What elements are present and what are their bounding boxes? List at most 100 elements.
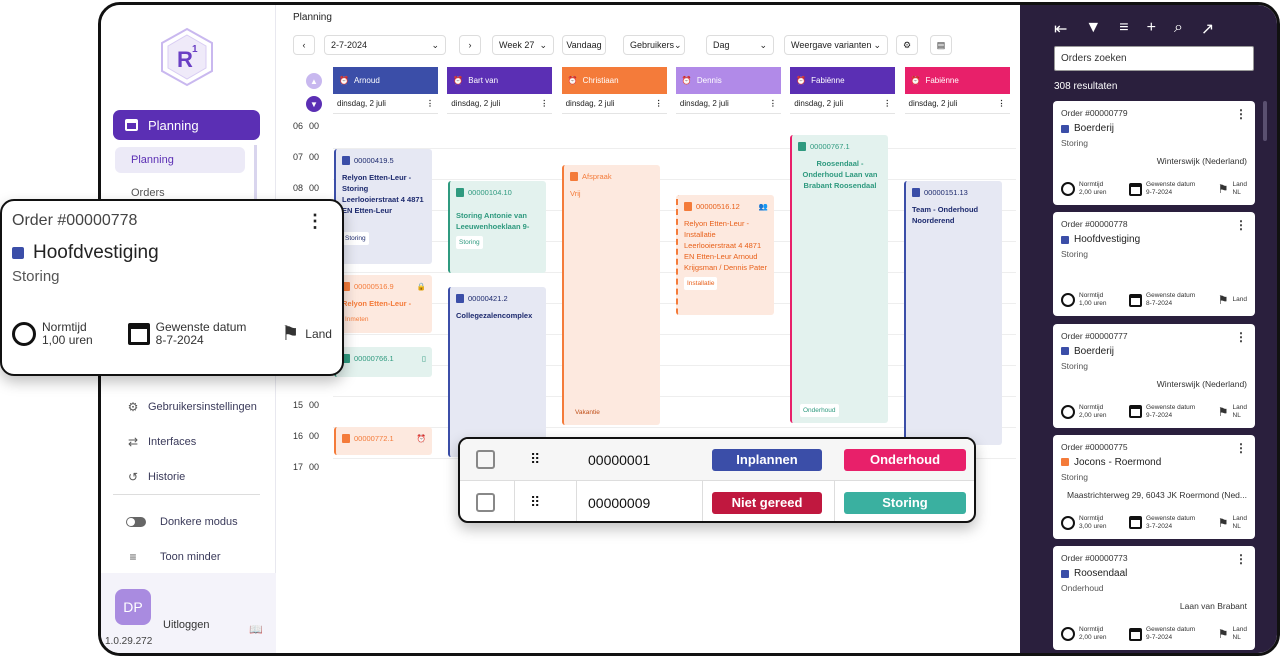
order-card[interactable]: Order #00000779 ⋮ Boerderij Storing Wintersw… <box>1053 101 1255 205</box>
event-card[interactable]: 00000421.2 Collegezalencomplex <box>448 287 546 457</box>
more-menu-icon[interactable]: ⋮ <box>1235 330 1247 344</box>
normtijd-label: Normtijd <box>1079 181 1104 188</box>
sidebar-item-history[interactable]: ↺ Historie <box>126 470 185 484</box>
view-select[interactable]: Dag ⌄ <box>706 35 774 55</box>
nav-sub-orders[interactable]: Orders <box>131 187 165 199</box>
calendar-icon <box>1129 627 1143 641</box>
order-detail-popup[interactable]: Order #00000778 ⋮ Hoofdvestiging Storing… <box>0 199 344 376</box>
more-menu-icon[interactable]: ⋮ <box>769 99 777 108</box>
hour: 17 <box>293 462 304 472</box>
avatar[interactable]: DP <box>115 589 151 625</box>
show-less-button[interactable]: ≡ Toon minder <box>126 550 220 564</box>
more-menu-icon[interactable]: ⋮ <box>883 99 891 108</box>
logout-button[interactable]: Uitloggen <box>163 619 209 631</box>
event-card[interactable]: 00000516.12 👥 Relyon Etten-Leur - Install… <box>676 195 774 315</box>
row-checkbox[interactable] <box>476 450 495 469</box>
settings-button[interactable]: ⚙ <box>896 35 918 55</box>
sidebar-item-interfaces[interactable]: ⇄ Interfaces <box>126 435 196 449</box>
normtijd-label: Normtijd <box>1079 514 1104 522</box>
external-link-icon[interactable]: ↗ <box>1201 19 1214 39</box>
order-card[interactable]: Order #00000778 ⋮ Hoofdvestiging Storing Nor… <box>1053 212 1255 317</box>
variants-select[interactable]: Weergave varianten ⌄ <box>784 35 888 55</box>
order-card[interactable]: Order #00000773 ⋮ Roosendaal Onderhoud Laan … <box>1053 546 1255 651</box>
today-label: Vandaag <box>566 40 602 50</box>
user-gear-icon: ⚙ <box>127 400 139 414</box>
app-logo: R 1 <box>161 27 213 87</box>
orders-search-input[interactable]: Orders zoeken <box>1054 46 1254 71</box>
zoom-up-button[interactable]: ▲ <box>306 73 322 89</box>
zoom-down-button[interactable]: ▼ <box>306 96 322 112</box>
order-location: Roosendaal <box>1074 568 1128 580</box>
event-card[interactable]: 00000104.10 Storing Antonie van Leeuwenh… <box>448 181 546 273</box>
filter-icon[interactable]: ▼ <box>1085 19 1101 39</box>
orders-panel: ⇤ ▼ ≡ + ⌕ ↗ Orders zoeken 308 resultaten… <box>1020 5 1277 653</box>
drag-handle-icon[interactable]: ⠿ <box>530 495 541 509</box>
nav-sub-planning[interactable]: Planning <box>115 147 245 173</box>
event-card[interactable]: 00000772.1 ⏰ <box>334 427 432 455</box>
more-menu-icon[interactable]: ⋮ <box>655 99 663 108</box>
event-card[interactable]: 00000767.1 Roosendaal - Onderhoud Laan v… <box>790 135 888 423</box>
collapse-panel-icon[interactable]: ⇤ <box>1054 19 1067 39</box>
user-column-header[interactable]: ⏰ Arnoud dinsdag, 2 juli ⋮ <box>333 67 438 114</box>
user-column-header[interactable]: ⏰ Fabiënne dinsdag, 2 juli ⋮ <box>790 67 896 114</box>
order-id: Order #00000777 <box>1061 330 1128 341</box>
order-card[interactable]: Order #00000777 ⋮ Boerderij Storing Wintersw… <box>1053 323 1255 428</box>
event-number: 00000767.1 <box>810 142 850 151</box>
sort-icon[interactable]: ≡ <box>1119 19 1128 39</box>
scrollbar[interactable] <box>1263 101 1267 141</box>
event-number: 00000516.9 <box>354 282 394 291</box>
dark-mode-toggle[interactable]: Donkere modus <box>126 516 238 528</box>
more-menu-icon[interactable]: ⋮ <box>1235 441 1247 455</box>
order-icon <box>342 434 350 443</box>
table-row[interactable]: ⠿ 00000009 Niet gereed Storing <box>460 482 974 521</box>
hour-label: 16 00 <box>293 428 333 459</box>
more-menu-icon[interactable]: ⋮ <box>1235 552 1247 566</box>
row-checkbox[interactable] <box>476 493 495 512</box>
gear-icon: ⚙ <box>902 39 912 50</box>
nav-planning[interactable]: Planning <box>113 110 260 140</box>
users-select[interactable]: Gebruikers ⌄ <box>623 35 685 55</box>
event-card[interactable]: 00000766.1 ▯ <box>334 347 432 377</box>
more-menu-icon[interactable]: ⋮ <box>540 99 548 108</box>
user-column-header[interactable]: ⏰ Christiaan dinsdag, 2 juli ⋮ <box>561 67 667 114</box>
event-card[interactable]: Afspraak Vrij Vakantie <box>562 165 660 425</box>
prev-day-button[interactable]: ‹ <box>293 35 315 55</box>
table-row[interactable]: ⠿ 00000001 Inplannen Onderhoud <box>460 439 974 481</box>
today-button[interactable]: Vandaag <box>562 35 606 55</box>
more-menu-icon[interactable]: ⋮ <box>306 211 324 232</box>
more-menu-icon[interactable]: ⋮ <box>426 99 434 108</box>
nav-planning-label: Planning <box>148 117 199 133</box>
clock-ring-icon <box>1061 627 1075 642</box>
chevron-right-icon: › <box>468 40 472 50</box>
next-day-button[interactable]: › <box>459 35 481 55</box>
status-badge[interactable]: Inplannen <box>712 448 822 471</box>
event-card[interactable]: 00000419.5 Relyon Etten-Leur - Storing L… <box>334 149 432 264</box>
sidebar-item-user-settings[interactable]: ⚙ Gebruikersinstellingen <box>126 400 257 414</box>
manual-book-icon[interactable]: 📖 <box>249 623 263 636</box>
user-column-header[interactable]: ⏰ Fabiënne dinsdag, 2 juli ⋮ <box>904 67 1010 114</box>
user-column-header[interactable]: ⏰ Bart van dinsdag, 2 juli ⋮ <box>447 67 553 114</box>
event-card[interactable]: 00000516.9 🔒 Relyon Etten-Leur - Inmeten <box>334 275 432 333</box>
more-menu-icon[interactable]: ⋮ <box>1235 107 1247 121</box>
order-card[interactable]: Order #00000775 ⋮ Jocons - Roermond Storing… <box>1053 434 1255 539</box>
order-type: Storing <box>1061 471 1088 482</box>
more-menu-icon[interactable]: ⋮ <box>998 99 1006 108</box>
location-color-icon <box>12 247 24 259</box>
date-picker[interactable]: 2-7-2024 ⌄ <box>324 35 446 55</box>
status-badge[interactable]: Niet gereed <box>712 491 822 514</box>
hour-label: 17 00 <box>293 459 333 490</box>
normtijd-label: Normtijd <box>1079 403 1104 411</box>
more-menu-icon[interactable]: ⋮ <box>1235 218 1247 232</box>
week-select[interactable]: Week 27 ⌄ <box>492 35 554 55</box>
event-card[interactable]: 00000151.13 Team - Onderhoud Noorderend <box>904 181 1002 445</box>
drag-handle-icon[interactable]: ⠿ <box>530 452 541 466</box>
add-icon[interactable]: + <box>1147 19 1156 39</box>
type-badge[interactable]: Storing <box>844 491 966 514</box>
map-button[interactable]: ▤ <box>930 35 952 55</box>
search-user-icon[interactable]: ⌕ <box>1174 19 1183 39</box>
calendar-icon <box>1129 182 1143 196</box>
type-badge[interactable]: Onderhoud <box>844 448 966 471</box>
wdate-label: Gewenste datum <box>1146 626 1196 634</box>
user-column-header[interactable]: ⏰ Dennis dinsdag, 2 juli ⋮ <box>675 67 781 114</box>
svg-text:R: R <box>177 47 193 72</box>
